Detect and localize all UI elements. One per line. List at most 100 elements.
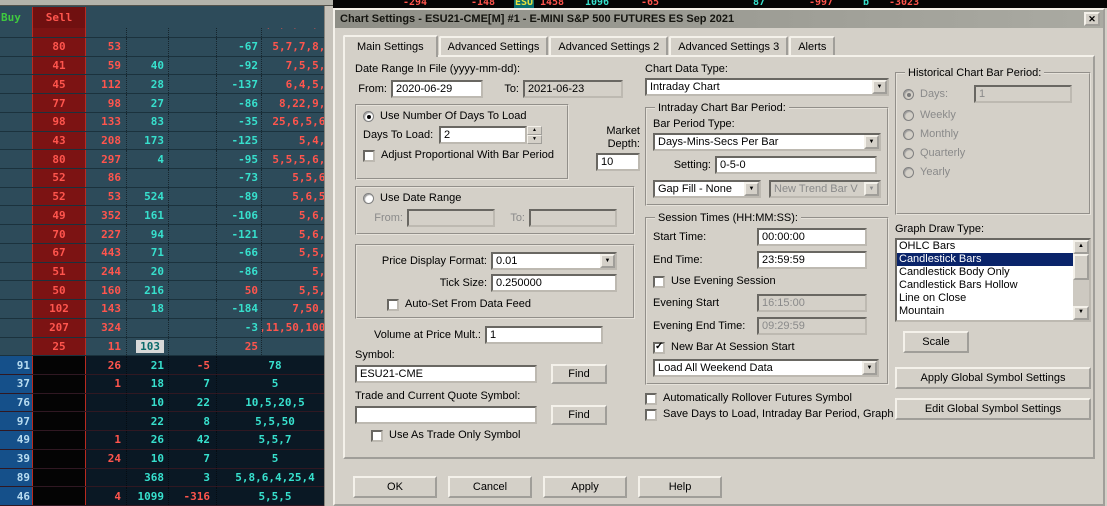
adjust-proportional-checkbox[interactable]: ✓ bbox=[363, 149, 375, 162]
dom-row: 67 443 71 -66 5,5,7 bbox=[0, 243, 333, 263]
scroll-down-icon[interactable]: ▼ bbox=[1073, 306, 1089, 320]
tick-size-field[interactable] bbox=[491, 274, 617, 292]
graph-draw-option[interactable]: Candlestick Body Only bbox=[897, 266, 1073, 279]
dom-cell: 101 bbox=[86, 28, 126, 37]
dom-row: 77 98 27 -86 8,22,9,6 bbox=[0, 94, 333, 113]
dom-cell: 1 bbox=[114, 433, 121, 447]
tab-advanced-settings-3[interactable]: Advanced Settings 3 bbox=[669, 36, 789, 55]
trade-symbol-field[interactable] bbox=[355, 406, 537, 424]
hist-days-radio[interactable] bbox=[903, 88, 914, 100]
scrollbar-thumb[interactable] bbox=[1073, 254, 1089, 280]
scroll-up-icon[interactable]: ▲ bbox=[1073, 240, 1089, 254]
market-depth-field[interactable] bbox=[596, 153, 640, 171]
tab-advanced-settings[interactable]: Advanced Settings bbox=[438, 36, 549, 55]
evening-end-field[interactable] bbox=[757, 317, 867, 335]
hist-yearly-radio[interactable] bbox=[903, 167, 914, 178]
gap-fill-value: Gap Fill - None bbox=[658, 183, 732, 195]
graph-draw-option[interactable]: Mountain bbox=[897, 305, 1073, 318]
dom-cell: 5,5,50 bbox=[216, 412, 333, 431]
volume-mult-field[interactable] bbox=[485, 326, 603, 344]
intraday-bar-period-group: Intraday Chart Bar Period: Bar Period Ty… bbox=[645, 102, 889, 206]
chevron-down-icon[interactable]: ▼ bbox=[872, 80, 887, 94]
weekend-data-combo[interactable]: Load All Weekend Data ▼ bbox=[653, 359, 879, 377]
range-to-field[interactable] bbox=[529, 209, 617, 227]
new-trend-bar-combo[interactable]: New Trend Bar V ▼ bbox=[769, 180, 881, 198]
autoset-checkbox[interactable]: ✓ bbox=[387, 298, 399, 311]
graph-draw-option[interactable]: Candlestick Bars Hollow bbox=[897, 279, 1073, 292]
dom-cell: 28 bbox=[126, 75, 168, 94]
days-to-load-spinner[interactable]: ▲ ▼ bbox=[527, 126, 542, 144]
tab-advanced-settings-2[interactable]: Advanced Settings 2 bbox=[549, 36, 669, 55]
rollover-checkbox[interactable]: ✓ bbox=[645, 392, 657, 405]
tab-alerts[interactable]: Alerts bbox=[789, 36, 836, 55]
dom-cell: 25 bbox=[216, 337, 261, 356]
price-display-format-combo[interactable]: 0.01 ▼ bbox=[491, 252, 617, 270]
tab-strip: Main Settings Advanced Settings Advanced… bbox=[343, 33, 1095, 57]
apply-button[interactable]: Apply bbox=[543, 476, 627, 498]
chevron-down-icon[interactable]: ▼ bbox=[600, 254, 615, 268]
find-trade-symbol-button[interactable]: Find bbox=[551, 405, 607, 425]
gap-fill-combo[interactable]: Gap Fill - None ▼ bbox=[653, 180, 761, 198]
setting-field[interactable] bbox=[715, 156, 877, 174]
graph-draw-option[interactable]: Line on Close bbox=[897, 292, 1073, 305]
hist-days-field[interactable] bbox=[974, 85, 1072, 103]
use-date-range-radio[interactable] bbox=[363, 193, 374, 204]
dom-cell: 7,5,5,5 bbox=[261, 56, 333, 75]
panel-scrollbar[interactable] bbox=[324, 6, 333, 506]
graph-draw-option[interactable]: OHLC Bars bbox=[897, 240, 1073, 253]
save-defaults-checkbox[interactable]: ✓ bbox=[645, 408, 657, 421]
find-symbol-button[interactable]: Find bbox=[551, 364, 607, 384]
dom-cell bbox=[86, 394, 126, 412]
spin-down-icon[interactable]: ▼ bbox=[527, 135, 542, 144]
quote-fragment: b bbox=[863, 0, 870, 8]
chevron-down-icon[interactable]: ▼ bbox=[862, 361, 877, 375]
chevron-down-icon[interactable]: ▼ bbox=[864, 182, 879, 196]
dom-cell: 216 bbox=[126, 281, 168, 300]
edit-global-settings-button[interactable]: Edit Global Symbol Settings bbox=[895, 398, 1091, 420]
dom-cell bbox=[168, 112, 216, 131]
dom-cell: -5 bbox=[168, 356, 216, 374]
tab-main-settings[interactable]: Main Settings bbox=[343, 35, 438, 57]
graph-draw-option[interactable]: Candlestick Bars bbox=[897, 253, 1073, 266]
range-from-field[interactable] bbox=[407, 209, 495, 227]
close-button[interactable]: ✕ bbox=[1084, 12, 1100, 26]
evening-start-field[interactable] bbox=[757, 294, 867, 312]
dom-cell: ,11,50,100, bbox=[261, 318, 333, 337]
dialog-titlebar[interactable]: Chart Settings - ESU21-CME[M] #1 - E-MIN… bbox=[335, 10, 1103, 28]
historical-group-legend: Historical Chart Bar Period: bbox=[908, 67, 1042, 79]
hist-monthly-radio[interactable] bbox=[903, 129, 914, 140]
from-date-field[interactable] bbox=[391, 80, 483, 98]
dom-cell bbox=[32, 374, 86, 393]
to-date-field[interactable] bbox=[523, 80, 623, 98]
bar-period-type-combo[interactable]: Days-Mins-Secs Per Bar ▼ bbox=[653, 133, 881, 151]
spin-up-icon[interactable]: ▲ bbox=[527, 126, 542, 135]
scrollbar-track[interactable] bbox=[1073, 280, 1089, 306]
dom-row: 91 26 21 -5 78 bbox=[0, 356, 333, 375]
ok-button[interactable]: OK bbox=[353, 476, 437, 498]
chevron-down-icon[interactable]: ▼ bbox=[744, 182, 759, 196]
symbol-field[interactable] bbox=[355, 365, 537, 383]
chevron-down-icon[interactable]: ▼ bbox=[864, 135, 879, 149]
scale-button[interactable]: Scale bbox=[903, 331, 969, 353]
chart-data-type-combo[interactable]: Intraday Chart ▼ bbox=[645, 78, 889, 96]
new-bar-session-checkbox[interactable]: ✓ bbox=[653, 341, 665, 354]
days-to-load-field[interactable] bbox=[439, 126, 527, 144]
dom-header-row: Buy Sell bbox=[0, 7, 333, 28]
help-button[interactable]: Help bbox=[638, 476, 722, 498]
hist-weekly-radio[interactable] bbox=[903, 110, 914, 121]
trade-only-checkbox[interactable]: ✓ bbox=[371, 429, 383, 442]
apply-global-settings-button[interactable]: Apply Global Symbol Settings bbox=[895, 367, 1091, 389]
price-cell bbox=[0, 244, 32, 262]
price-cell bbox=[0, 132, 32, 150]
listbox-scrollbar[interactable]: ▲ ▼ bbox=[1073, 240, 1089, 320]
cancel-button[interactable]: Cancel bbox=[448, 476, 532, 498]
use-evening-session-checkbox[interactable]: ✓ bbox=[653, 275, 665, 288]
dom-rows: 801018,5,5,20,4,8053-675,7,7,8,2415940-9… bbox=[0, 28, 333, 506]
end-time-field[interactable] bbox=[757, 251, 867, 269]
use-days-radio[interactable] bbox=[363, 111, 374, 122]
dom-cell: 5,5,6, bbox=[261, 169, 333, 187]
hist-quarterly-radio[interactable] bbox=[903, 148, 914, 159]
price-cell: 91 bbox=[0, 356, 32, 374]
start-time-field[interactable] bbox=[757, 228, 867, 246]
hist-weekly-label: Weekly bbox=[920, 109, 956, 121]
